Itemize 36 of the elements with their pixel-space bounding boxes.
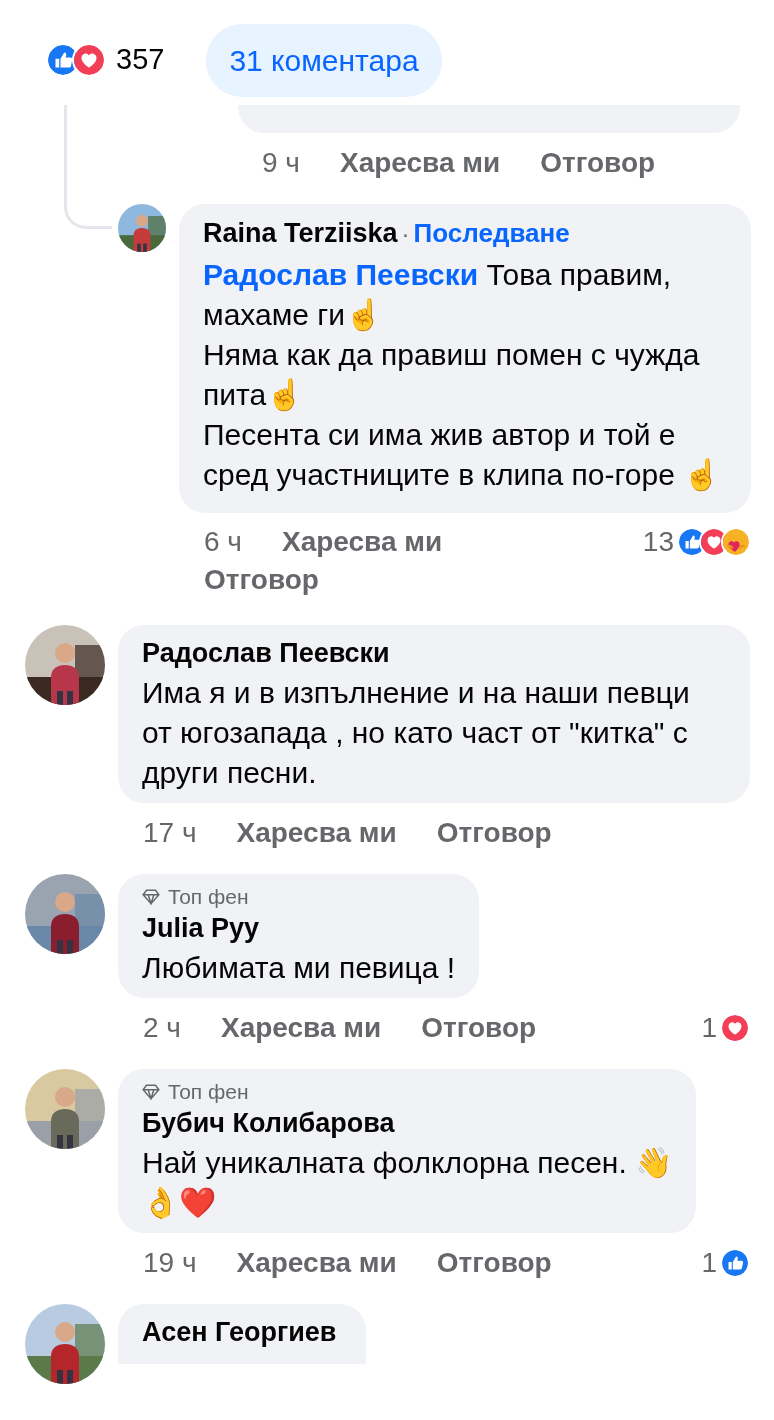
reaction-count: 13 — [642, 525, 674, 559]
separator-dot: · — [401, 219, 410, 249]
mention-link[interactable]: Радослав Пеевски — [203, 258, 479, 291]
reply-link[interactable]: Отговор — [421, 1011, 537, 1045]
author-name[interactable]: Julia Pyy — [142, 910, 456, 946]
like-link[interactable]: Харесва ми — [236, 1246, 397, 1280]
reply-link[interactable]: Отговор — [436, 1246, 552, 1280]
diamond-icon — [142, 889, 160, 905]
like-link[interactable]: Харесва ми — [339, 146, 501, 180]
comment-text: Радослав Пеевски Това правим, махаме ги☝ Няма как да правиш помен с чужда пита☝ Песента си има жив автор и той е сред участниците в клипа по-горе ☝ — [203, 257, 722, 494]
like-link[interactable]: Харесва ми — [281, 525, 443, 559]
comment-text: Има я и в изпълнение и на наши певци от югозапада , но като част от "китка" с други песни. — [142, 675, 691, 791]
timestamp: 19 ч — [143, 1246, 197, 1280]
badge-label: Топ фен — [168, 884, 249, 910]
author-name[interactable]: Raina Terziiska — [203, 215, 398, 251]
comment-text: Най уникалната фолклорна песен. 👋 👌❤ — [142, 1145, 673, 1221]
reaction-count: 357 — [116, 42, 165, 78]
diamond-icon — [142, 1084, 160, 1100]
like-link[interactable]: Харесва ми — [236, 816, 397, 850]
comments-button[interactable]: 31 коментара — [206, 23, 442, 97]
reply-link[interactable]: Отговор — [204, 564, 319, 595]
badge-label: Топ фен — [168, 1079, 249, 1105]
timestamp: 9 ч — [262, 146, 300, 180]
reaction-count: 1 — [701, 1011, 717, 1045]
timestamp: 2 ч — [143, 1011, 181, 1045]
author-name[interactable]: Асен Георгиев — [142, 1314, 337, 1350]
comment-text: Любимата ми певица ! — [142, 950, 456, 986]
like-link[interactable]: Харесва ми — [220, 1011, 382, 1045]
reaction-count: 1 — [701, 1246, 717, 1280]
author-name[interactable]: Радослав Пеевски — [142, 635, 726, 671]
reply-link[interactable]: Отговор — [436, 816, 552, 850]
author-name[interactable]: Бубич Колибарова — [142, 1105, 673, 1141]
follow-link[interactable]: Последване — [413, 214, 570, 253]
reply-link[interactable]: Отговор — [540, 146, 656, 180]
timestamp: 6 ч — [204, 525, 242, 559]
timestamp: 17 ч — [143, 816, 197, 850]
